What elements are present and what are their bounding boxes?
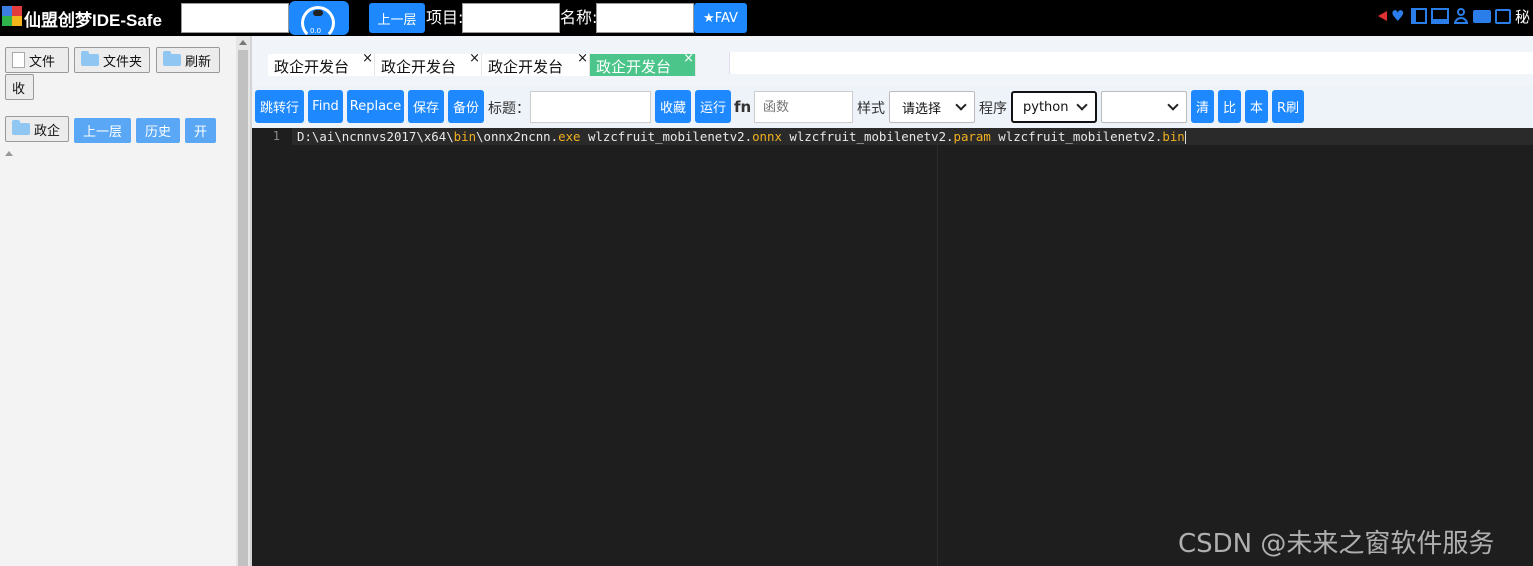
title-label: 标题： xyxy=(488,101,530,117)
save-button[interactable]: 保存 xyxy=(408,90,444,123)
title-input[interactable] xyxy=(530,91,651,123)
layout-left-icon[interactable] xyxy=(1411,8,1427,24)
tab-close-icon[interactable]: × xyxy=(577,51,588,66)
refresh-button[interactable]: 刷新 xyxy=(156,47,220,73)
left-panel-scrollbar[interactable] xyxy=(236,36,250,566)
program-select[interactable]: python xyxy=(1011,91,1097,123)
refresh-label: 刷新 xyxy=(185,54,212,70)
local-button[interactable]: 本 xyxy=(1245,90,1268,123)
layout-bottom-icon[interactable] xyxy=(1431,8,1449,24)
top-bar: 仙盟创梦IDE-Safe 0.0 上一层 项目: 名称: ★FAV ♥ 秘 xyxy=(0,0,1533,40)
project-label: 项目: xyxy=(426,8,464,27)
r-refresh-button[interactable]: R刷 xyxy=(1272,90,1304,123)
code-line[interactable]: D:\ai\ncnnvs2017\x64\bin\onnx2ncnn.exe w… xyxy=(297,129,1186,144)
find-button[interactable]: Find xyxy=(308,90,343,123)
tree-node-label: 政企 xyxy=(34,123,61,139)
new-folder-button[interactable]: 文件夹 xyxy=(74,47,150,73)
back-arrow-icon[interactable] xyxy=(1378,11,1387,21)
app-logo-icon xyxy=(2,6,22,26)
clear-button[interactable]: 清 xyxy=(1191,90,1214,123)
tree-expand-arrow-icon[interactable] xyxy=(5,151,13,156)
tab-label: 政企开发台 xyxy=(274,58,350,76)
new-folder-label: 文件夹 xyxy=(103,54,143,70)
replace-button[interactable]: Replace xyxy=(347,90,404,123)
avatar-icon xyxy=(313,10,323,16)
chevron-down-icon xyxy=(1076,99,1088,111)
round-button-text: 0.0 xyxy=(310,27,322,35)
tab-3[interactable]: 政企开发台 × xyxy=(482,51,590,76)
program-select-value: python xyxy=(1023,99,1069,115)
toolbox-icon[interactable] xyxy=(1495,8,1511,24)
collapse-button[interactable]: 收 xyxy=(5,74,34,100)
tab-label: 政企开发台 xyxy=(488,58,564,76)
tab-label: 政企开发台 xyxy=(596,58,672,76)
name-input[interactable] xyxy=(596,3,694,33)
watermark: CSDN @未来之窗软件服务 xyxy=(1178,529,1495,559)
code-path-text: wlzcfruit_mobilenetv2. xyxy=(990,129,1163,144)
print-margin-line xyxy=(937,145,938,566)
code-keyword: bin xyxy=(1162,129,1185,144)
collect-button[interactable]: 收藏 xyxy=(655,90,691,123)
new-file-button[interactable]: 文件 xyxy=(5,47,69,73)
code-keyword: exe xyxy=(558,129,581,144)
user-icon[interactable] xyxy=(1453,8,1469,24)
program-label: 程序 xyxy=(979,101,1007,117)
tab-strip-empty-area xyxy=(729,52,1533,74)
goto-line-button[interactable]: 跳转行 xyxy=(255,90,304,123)
chevron-down-icon xyxy=(955,99,967,111)
file-explorer-panel: 文件 文件夹 刷新 收 政企 上一层 历史 开 xyxy=(0,36,236,566)
tab-1[interactable]: 政企开发台 × xyxy=(268,51,375,76)
tree-up-level-button[interactable]: 上一层 xyxy=(74,118,131,143)
tab-close-icon[interactable]: × xyxy=(469,51,480,66)
line-number: 1 xyxy=(272,129,280,143)
app-title: 仙盟创梦IDE-Safe xyxy=(24,11,162,30)
code-editor[interactable]: 1 D:\ai\ncnnvs2017\x64\bin\onnx2ncnn.exe… xyxy=(252,128,1533,566)
line-gutter: 1 xyxy=(252,128,292,566)
refresh-folder-icon xyxy=(163,51,181,66)
tab-2[interactable]: 政企开发台 × xyxy=(375,51,482,76)
tab-4-active[interactable]: 政企开发台 × xyxy=(590,51,696,76)
code-path-text: \onnx2ncnn. xyxy=(476,129,559,144)
heart-icon[interactable]: ♥ xyxy=(1391,8,1407,24)
backup-button[interactable]: 备份 xyxy=(448,90,484,123)
fav-button[interactable]: ★FAV xyxy=(694,3,747,33)
scroll-up-icon[interactable] xyxy=(239,40,247,45)
style-select-value: 请选择 xyxy=(902,101,942,117)
code-path-text: D:\ai\ncnnvs2017\x64\ xyxy=(297,129,454,144)
node-folder-icon xyxy=(12,120,30,135)
secondary-select[interactable] xyxy=(1101,91,1187,123)
round-status-button[interactable]: 0.0 xyxy=(289,1,349,40)
code-keyword: onnx xyxy=(752,129,782,144)
project-input[interactable] xyxy=(462,3,560,33)
collapse-label: 收 xyxy=(12,81,26,97)
new-file-label: 文件 xyxy=(29,54,56,70)
fn-label: fn xyxy=(734,98,752,116)
code-keyword: bin xyxy=(453,129,477,144)
scrollbar-thumb[interactable] xyxy=(238,50,248,566)
folder-icon[interactable] xyxy=(1473,9,1491,23)
function-input[interactable] xyxy=(754,91,853,123)
top-tail-text: 秘 xyxy=(1515,7,1531,26)
code-path-text: wlzcfruit_mobilenetv2. xyxy=(580,129,753,144)
folder-icon xyxy=(81,51,99,66)
tab-label: 政企开发台 xyxy=(381,58,457,76)
tab-close-icon[interactable]: × xyxy=(362,51,373,66)
text-cursor xyxy=(1184,131,1186,144)
file-icon xyxy=(12,52,25,68)
history-button[interactable]: 历史 xyxy=(136,118,180,143)
open-button[interactable]: 开 xyxy=(185,118,216,143)
run-button[interactable]: 运行 xyxy=(695,90,731,123)
code-path-text: wlzcfruit_mobilenetv2. xyxy=(781,129,954,144)
style-select[interactable]: 请选择 xyxy=(889,91,975,123)
tree-node-zhengqi[interactable]: 政企 xyxy=(5,116,69,142)
top-search-input[interactable] xyxy=(181,3,289,33)
top-icon-group: ♥ 秘 xyxy=(1378,6,1530,26)
name-label: 名称: xyxy=(560,8,598,27)
top-up-level-button[interactable]: 上一层 xyxy=(369,3,425,33)
code-keyword: param xyxy=(953,129,991,144)
style-label: 样式 xyxy=(857,101,885,117)
tab-close-icon[interactable]: × xyxy=(683,51,694,66)
chevron-down-icon xyxy=(1167,99,1179,111)
compare-button[interactable]: 比 xyxy=(1218,90,1241,123)
